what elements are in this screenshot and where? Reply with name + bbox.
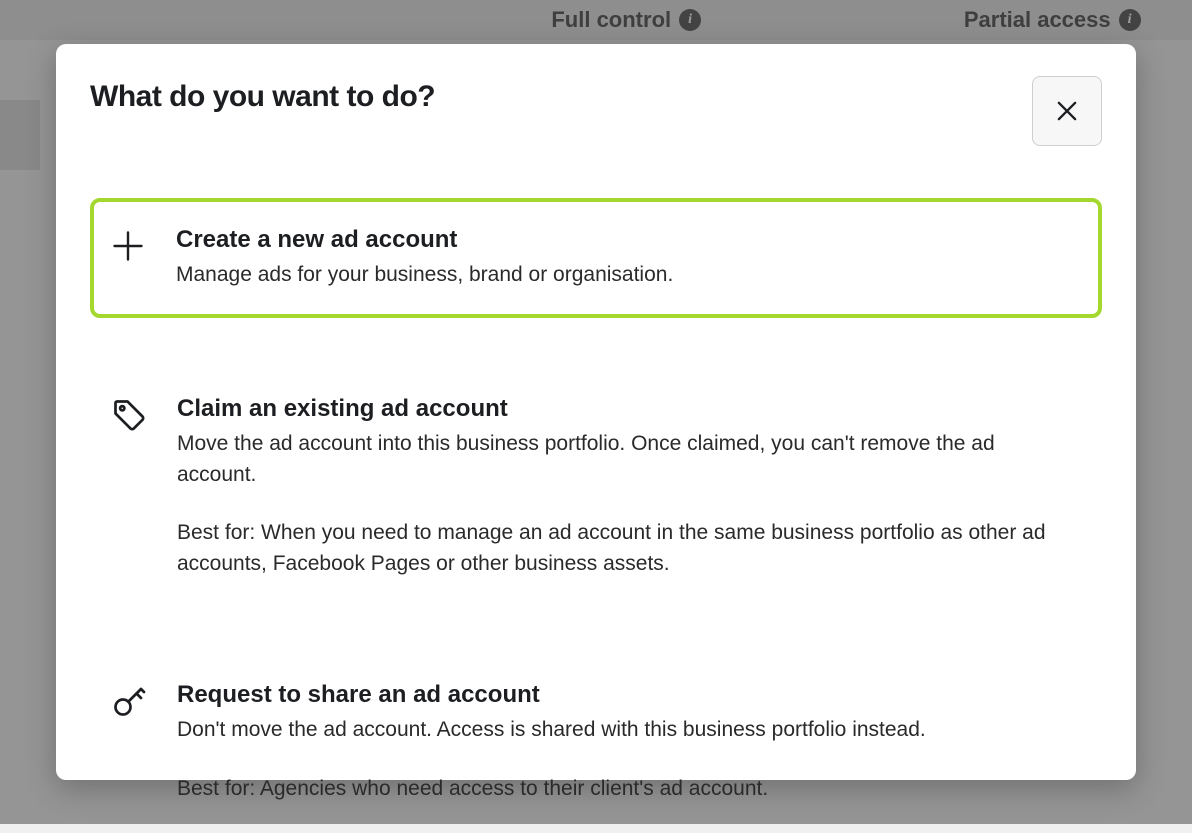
option-create-ad-account[interactable]: Create a new ad account Manage ads for y… bbox=[90, 198, 1102, 318]
modal: What do you want to do? Create a new ad … bbox=[56, 44, 1136, 780]
options-list: Create a new ad account Manage ads for y… bbox=[90, 198, 1102, 833]
option-body: Create a new ad account Manage ads for y… bbox=[176, 226, 1080, 290]
tag-icon bbox=[109, 395, 149, 435]
option-claim-ad-account[interactable]: Claim an existing ad account Move the ad… bbox=[90, 366, 1102, 608]
option-description: Move the ad account into this business p… bbox=[177, 429, 1079, 490]
option-share-ad-account[interactable]: Request to share an ad account Don't mov… bbox=[90, 652, 1102, 833]
modal-title: What do you want to do? bbox=[90, 80, 435, 114]
option-title: Create a new ad account bbox=[176, 226, 1080, 254]
close-button[interactable] bbox=[1032, 76, 1102, 146]
modal-header: What do you want to do? bbox=[90, 80, 1102, 146]
close-icon bbox=[1053, 97, 1081, 125]
option-description: Don't move the ad account. Access is sha… bbox=[177, 715, 1079, 745]
option-body: Claim an existing ad account Move the ad… bbox=[177, 395, 1079, 579]
option-body: Request to share an ad account Don't mov… bbox=[177, 681, 1079, 804]
option-description: Manage ads for your business, brand or o… bbox=[176, 260, 1080, 290]
plus-icon bbox=[108, 226, 148, 266]
option-title: Request to share an ad account bbox=[177, 681, 1079, 709]
option-title: Claim an existing ad account bbox=[177, 395, 1079, 423]
key-icon bbox=[109, 681, 149, 721]
option-best-for: Best for: When you need to manage an ad … bbox=[177, 518, 1079, 579]
option-best-for: Best for: Agencies who need access to th… bbox=[177, 774, 1079, 804]
